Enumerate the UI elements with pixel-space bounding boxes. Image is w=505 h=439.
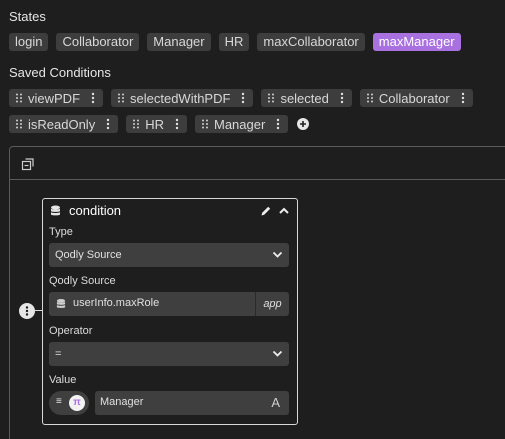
value-label: Value [49, 374, 77, 386]
drag-grip-icon[interactable] [366, 93, 374, 103]
formula-icon: π [69, 395, 85, 411]
value-input[interactable]: Manager A [95, 391, 289, 415]
operator-select[interactable]: = [49, 342, 289, 366]
operator-label: Operator [49, 325, 93, 337]
drag-grip-icon[interactable] [201, 119, 209, 129]
drag-grip-icon[interactable] [15, 93, 23, 103]
states-list: login Collaborator Manager HR maxCollabo… [9, 33, 461, 51]
chevron-up-icon[interactable] [278, 206, 290, 216]
saved-condition-label: Collaborator [378, 90, 450, 106]
states-title: States [9, 9, 46, 24]
saved-condition-chip[interactable]: selected [261, 89, 352, 107]
database-icon [51, 205, 60, 216]
type-select-value: Qodly Source [55, 249, 122, 261]
qodly-source-value: userInfo.maxRole [73, 297, 160, 309]
canvas-toolbar [10, 147, 505, 180]
state-chip-maxcollaborator[interactable]: maxCollaborator [257, 33, 365, 51]
text-type-icon[interactable]: A [271, 395, 280, 410]
saved-condition-chip[interactable]: Manager [194, 115, 289, 133]
plus-circle-icon[interactable] [296, 117, 310, 131]
kebab-menu-icon[interactable] [173, 118, 181, 130]
kebab-menu-icon[interactable] [104, 118, 112, 130]
saved-condition-label: Manager [213, 116, 266, 132]
state-chip-collaborator[interactable]: Collaborator [56, 33, 140, 51]
saved-condition-chip[interactable]: selectedWithPDF [111, 89, 254, 107]
state-chip-manager[interactable]: Manager [147, 33, 211, 51]
kebab-menu-icon[interactable] [239, 92, 247, 104]
kebab-menu-icon[interactable] [274, 118, 282, 130]
saved-conditions-row: viewPDF selectedWithPDF selected Collabo… [9, 89, 473, 107]
kebab-menu-icon[interactable] [459, 92, 467, 104]
drag-grip-icon[interactable] [15, 119, 23, 129]
kebab-vertical-icon [25, 306, 29, 316]
source-label: Qodly Source [49, 275, 116, 287]
saved-conditions-title: Saved Conditions [9, 65, 111, 80]
saved-condition-chip[interactable]: Collaborator [359, 89, 473, 107]
saved-condition-chip[interactable]: viewPDF [9, 89, 104, 107]
condition-node-header: condition [43, 199, 297, 223]
chevron-down-icon [272, 251, 283, 258]
node-options-handle[interactable] [19, 303, 35, 319]
state-chip-maxmanager[interactable]: maxManager [372, 33, 461, 51]
state-chip-login[interactable]: login [9, 33, 49, 51]
kebab-menu-icon[interactable] [89, 92, 97, 104]
kebab-menu-icon[interactable] [338, 92, 346, 104]
drag-grip-icon[interactable] [267, 93, 275, 103]
value-input-text: Manager [100, 396, 144, 408]
type-select[interactable]: Qodly Source [49, 243, 289, 267]
saved-condition-label: isReadOnly [28, 116, 96, 132]
drag-grip-icon[interactable] [117, 93, 125, 103]
source-scope-tag: app [255, 292, 289, 316]
equals-icon: ≡ [56, 396, 62, 407]
saved-condition-label: HR [145, 116, 164, 132]
saved-condition-label: selected [280, 90, 329, 106]
saved-condition-chip[interactable]: HR [126, 115, 187, 133]
drag-grip-icon[interactable] [132, 119, 140, 129]
saved-condition-label: selectedWithPDF [130, 90, 231, 106]
collapse-all-icon[interactable] [21, 157, 35, 171]
type-label: Type [49, 226, 73, 238]
state-chip-hr[interactable]: HR [218, 33, 250, 51]
saved-condition-chip[interactable]: isReadOnly [9, 115, 119, 133]
saved-conditions-row: isReadOnly HR Manager [9, 115, 310, 133]
condition-node: condition Type Qodly Source Qodly Source… [42, 198, 298, 425]
qodly-source-field[interactable]: userInfo.maxRole app [49, 292, 289, 316]
operator-select-value: = [55, 348, 62, 360]
chevron-down-icon [272, 350, 283, 357]
pencil-icon[interactable] [260, 205, 272, 217]
database-icon [56, 299, 66, 308]
value-mode-toggle[interactable]: ≡ π [49, 391, 89, 415]
saved-condition-label: viewPDF [28, 90, 81, 106]
conditions-panel: States login Collaborator Manager HR max… [0, 0, 505, 439]
condition-node-title: condition [69, 203, 122, 218]
